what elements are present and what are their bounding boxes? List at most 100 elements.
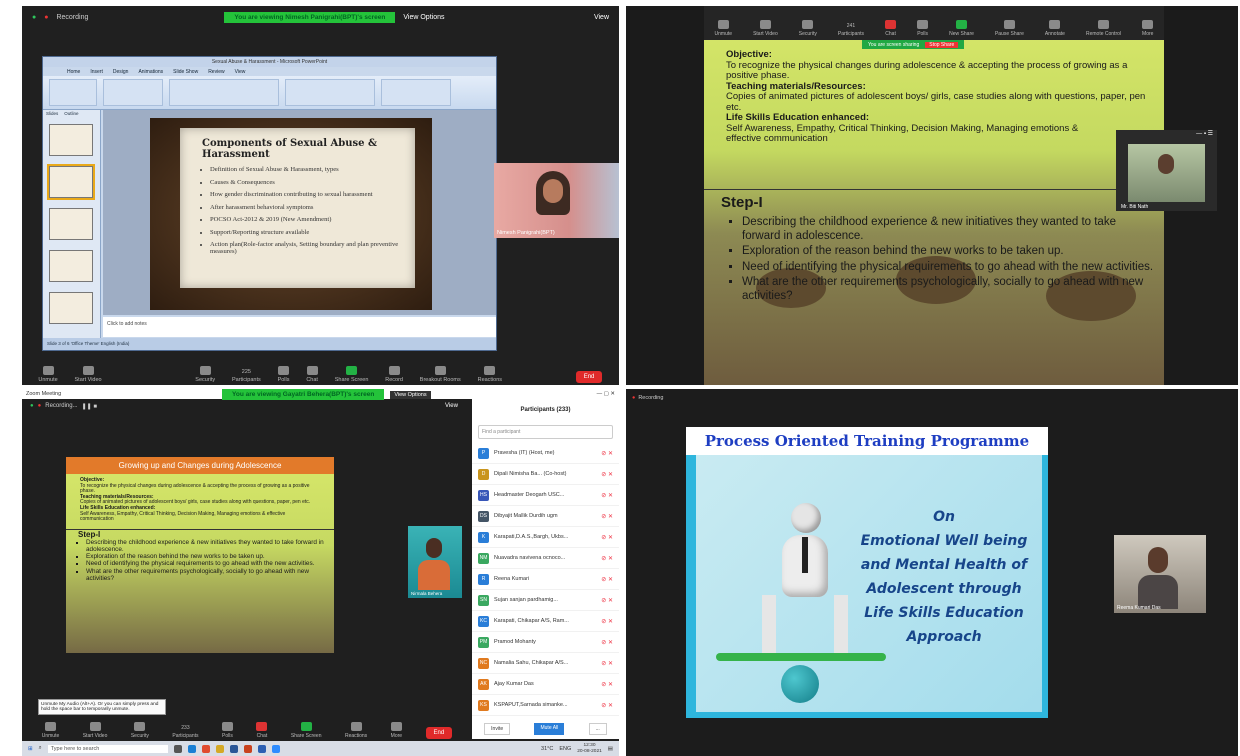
find-participant-input[interactable]: Find a participant [478, 425, 613, 439]
participant-name: Mr. Biti Nath [1121, 204, 1149, 210]
annotate-button[interactable]: Annotate [1045, 20, 1065, 37]
list-item[interactable]: SN Sujan sanjan pardhamig... ⊘ ✕ [472, 590, 619, 611]
participant-name: Ajay Kumar Das [494, 681, 534, 687]
more-button[interactable]: More [1142, 20, 1153, 37]
participant-video[interactable]: Nimesh Panigrahi(BPT) [494, 163, 619, 238]
list-item[interactable]: PM Pramod Mohanty ⊘ ✕ [472, 632, 619, 653]
mute-all-button[interactable]: Mute All [534, 723, 565, 735]
list-item[interactable]: KS KSPAPUT,Sarnada simanke... ⊘ ✕ [472, 695, 619, 716]
security-button[interactable]: Security [799, 20, 817, 37]
reactions-button[interactable]: Reactions [345, 722, 367, 739]
windows-start-icon[interactable]: ⊞ [28, 746, 33, 752]
chrome-icon[interactable] [201, 744, 210, 753]
chat-button[interactable]: Chat [885, 20, 897, 37]
start-video-button[interactable]: Start Video [75, 366, 102, 383]
store-icon[interactable] [229, 744, 238, 753]
start-video-button[interactable]: Start Video [753, 20, 778, 37]
ribbon-tab[interactable]: View [235, 69, 246, 75]
pause-icon[interactable]: ❚❚ ■ [82, 403, 97, 410]
floating-video-panel[interactable]: — ▪ ☰ Mr. Biti Nath [1116, 130, 1217, 211]
chat-button[interactable]: Chat [256, 722, 268, 739]
step-bullets: Describing the childhood experience & ne… [66, 539, 334, 582]
list-item[interactable]: DS Dibyajit Mallik Durdih ugm ⊘ ✕ [472, 506, 619, 527]
unmute-button[interactable]: Unmute [38, 366, 58, 383]
ribbon-tab[interactable]: Insert [90, 69, 103, 75]
ribbon-tab[interactable]: Home [67, 69, 80, 75]
avatar: KC [478, 615, 489, 627]
powerpoint-icon[interactable] [243, 744, 252, 753]
polls-button[interactable]: Polls [917, 20, 929, 37]
view-options-button[interactable]: View Options [403, 14, 444, 21]
record-button[interactable]: Record [385, 366, 403, 383]
polls-icon [917, 20, 929, 29]
share-screen-button[interactable]: Share Screen [335, 366, 368, 383]
list-item[interactable]: NM Nuavadra navivena ocnoco... ⊘ ✕ [472, 548, 619, 569]
bullet: After harassment behavioral symptoms [210, 204, 415, 211]
unmute-button[interactable]: Unmute [42, 722, 59, 739]
security-button[interactable]: Security [131, 722, 149, 739]
end-meeting-button[interactable]: End [425, 727, 453, 739]
slide-thumbnail[interactable] [49, 208, 93, 240]
stop-share-button[interactable]: Stop Share [925, 41, 959, 48]
ribbon-tab[interactable]: Design [113, 69, 129, 75]
polls-button[interactable]: Polls [278, 366, 290, 383]
ribbon-tab[interactable]: Review [208, 69, 224, 75]
view-button[interactable]: View [445, 403, 458, 409]
list-item[interactable]: P Pravesha (IT) (Host, me) ⊘ ✕ [472, 443, 619, 464]
participant-video[interactable]: Nirmala Behera [408, 526, 462, 598]
ribbon-tab[interactable]: Slide Show [173, 69, 198, 75]
task-view-icon[interactable] [173, 744, 182, 753]
start-video-button[interactable]: Start Video [83, 722, 107, 739]
list-item[interactable]: NC Namalia Sahu, Chikapar A/S... ⊘ ✕ [472, 653, 619, 674]
participants-button[interactable]: 225 Participants [232, 369, 261, 383]
window-controls[interactable]: — ▢ ✕ [597, 391, 615, 397]
taskbar-search-input[interactable]: Type here to search [47, 744, 168, 753]
breakout-rooms-button[interactable]: Breakout Rooms [420, 366, 461, 383]
edge-icon[interactable] [187, 744, 196, 753]
notes-pane[interactable]: Click to add notes [103, 317, 496, 337]
security-button[interactable]: Security [195, 366, 215, 383]
polls-button[interactable]: Polls [221, 722, 233, 739]
share-screen-button[interactable]: Share Screen [291, 722, 321, 739]
pane-tab-outline[interactable]: Outline [64, 111, 78, 116]
more-options-button[interactable]: ... [588, 723, 607, 735]
pane-tab-slides[interactable]: Slides [46, 111, 58, 116]
new-share-button[interactable]: New Share [949, 20, 974, 37]
file-explorer-icon[interactable] [215, 744, 224, 753]
bullet: POCSO Act-2012 & 2019 (New Amendment) [210, 216, 415, 223]
participants-button[interactable]: 233 Participants [172, 725, 198, 739]
end-meeting-button[interactable]: End [575, 371, 603, 383]
polls-icon [278, 366, 290, 375]
list-item[interactable]: R Reena Kumari ⊘ ✕ [472, 569, 619, 590]
more-button[interactable]: More [391, 722, 402, 739]
list-item[interactable]: D Dipali Nimisha Ba... (Co-host) ⊘ ✕ [472, 464, 619, 485]
chat-icon [885, 20, 897, 29]
view-options-button[interactable]: View Options [390, 390, 431, 399]
unmute-tooltip: Unmute My Audio (Alt+A). Or you can simp… [38, 699, 166, 715]
pause-share-button[interactable]: Pause Share [995, 20, 1024, 37]
slide-thumbnail[interactable] [47, 164, 95, 200]
avatar: SN [478, 594, 489, 606]
list-item[interactable]: HS Headmaster Deogarh USC... ⊘ ✕ [472, 485, 619, 506]
slide-thumbnail[interactable] [49, 292, 93, 324]
notifications-icon[interactable]: ▤ [608, 746, 613, 752]
word-icon[interactable] [257, 744, 266, 753]
reactions-button[interactable]: Reactions [478, 366, 502, 383]
slide-thumbnail[interactable] [49, 124, 93, 156]
unmute-button[interactable]: Unmute [715, 20, 732, 37]
zoom-icon[interactable] [271, 744, 280, 753]
ribbon-tab[interactable]: Animations [138, 69, 163, 75]
list-item[interactable]: AK Ajay Kumar Das ⊘ ✕ [472, 674, 619, 695]
list-item[interactable]: K Karapati,D.A.S.,Bargh, Ukbs... ⊘ ✕ [472, 527, 619, 548]
chat-button[interactable]: Chat [306, 366, 318, 383]
list-item[interactable]: KC Karapati, Chikapar A/S, Ram... ⊘ ✕ [472, 611, 619, 632]
participants-button[interactable]: 241 Participants [838, 23, 864, 37]
invite-button[interactable]: Invite [484, 723, 511, 735]
slide-thumbnail[interactable] [49, 250, 93, 282]
participant-video [1128, 144, 1205, 202]
remote-control-button[interactable]: Remote Control [1086, 20, 1121, 37]
bullet: Action plan(Role-factor analysis, Settin… [210, 241, 415, 255]
mouse-icon [1097, 20, 1109, 29]
participant-video[interactable]: Reema Kumari Das [1114, 535, 1206, 613]
view-button[interactable]: View [594, 14, 609, 21]
